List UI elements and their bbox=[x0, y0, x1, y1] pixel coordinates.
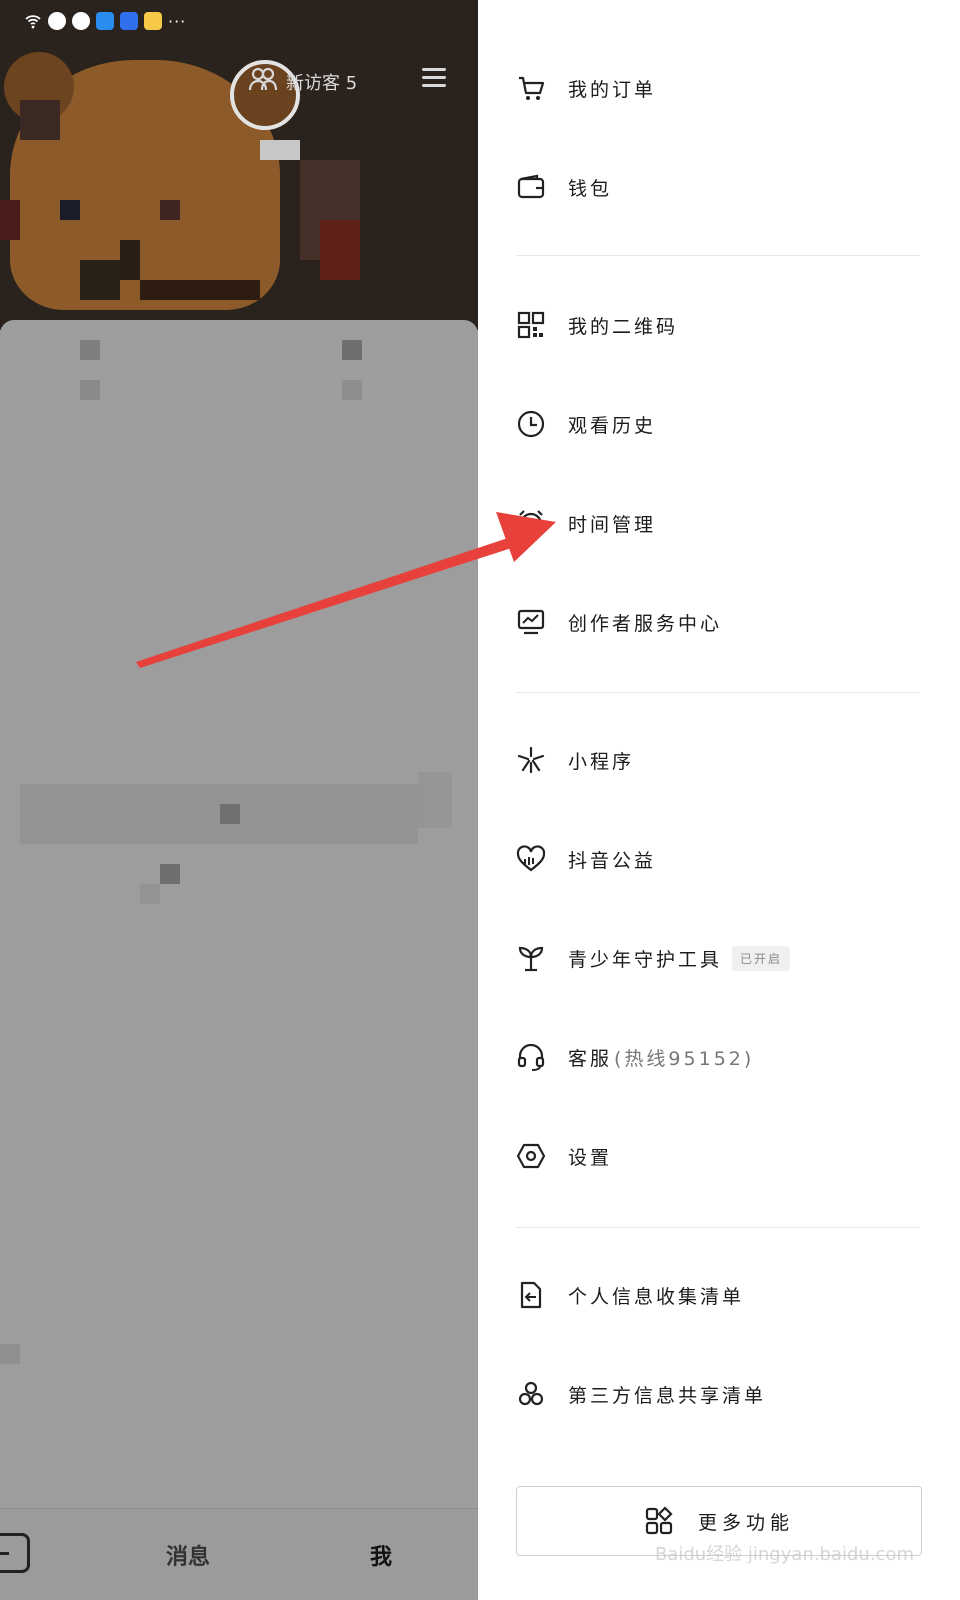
menu-item-label: 小程序 bbox=[568, 750, 635, 773]
document-arrow-icon bbox=[516, 1280, 546, 1310]
menu-item-label: 个人信息收集清单 bbox=[568, 1285, 745, 1308]
menu-item-label: 我的二维码 bbox=[568, 315, 679, 338]
menu-item-label: 钱包 bbox=[568, 177, 613, 200]
watermark: Baidu经验 jingyan.baidu.com bbox=[654, 1544, 914, 1565]
weibo-icon bbox=[144, 12, 162, 30]
status-more: ··· bbox=[168, 11, 187, 31]
status-bar: ··· bbox=[24, 8, 186, 34]
mosaic-pixel bbox=[0, 1344, 20, 1364]
clock-icon bbox=[516, 409, 546, 439]
mosaic-banner bbox=[20, 784, 418, 844]
menu-item-label: 创作者服务中心 bbox=[568, 612, 723, 635]
menu-item-label: 第三方信息共享清单 bbox=[568, 1384, 767, 1407]
visitors-icon bbox=[248, 66, 278, 97]
menu-item-settings[interactable]: 设置 bbox=[516, 1126, 926, 1186]
wallet-icon bbox=[516, 172, 546, 202]
wechat-icon bbox=[72, 12, 90, 30]
menu-item-label: 抖音公益 bbox=[568, 849, 657, 872]
hamburger-menu-icon[interactable] bbox=[422, 68, 446, 88]
more-features-label: 更多功能 bbox=[697, 1511, 794, 1534]
mosaic-pixel bbox=[140, 884, 160, 904]
menu-item-third-party-sharing[interactable]: 第三方信息共享清单 bbox=[516, 1364, 926, 1424]
bottom-nav: 消息 我 bbox=[0, 1508, 478, 1600]
side-drawer: 我的订单 钱包 我的二维码 观看历史 时间管理 创作者服务中心 小程序 抖音公益… bbox=[478, 0, 960, 1600]
menu-item-label: 设置 bbox=[568, 1146, 613, 1169]
globe-icon bbox=[48, 12, 66, 30]
wifi-icon bbox=[24, 12, 42, 30]
alarm-clock-icon bbox=[516, 508, 546, 538]
profile-card bbox=[0, 320, 478, 1600]
mosaic-pixel bbox=[160, 864, 180, 884]
mosaic-stat bbox=[342, 380, 362, 400]
menu-item-charity[interactable]: 抖音公益 bbox=[516, 829, 926, 889]
menu-item-customer-service[interactable]: 客服 (热线95152) bbox=[516, 1027, 926, 1087]
mosaic-stat bbox=[80, 380, 100, 400]
menu-item-watch-history[interactable]: 观看历史 bbox=[516, 394, 926, 454]
divider bbox=[516, 255, 920, 256]
mosaic-pixel bbox=[220, 804, 240, 824]
menu-item-label: 观看历史 bbox=[568, 414, 657, 437]
menu-item-youth-protection[interactable]: 青少年守护工具 已开启 bbox=[516, 928, 926, 988]
qr-code-icon bbox=[516, 310, 546, 340]
status-badge: 已开启 bbox=[732, 945, 791, 971]
divider bbox=[516, 692, 920, 693]
new-visitors[interactable]: 新访客 5 bbox=[248, 66, 357, 97]
menu-item-label: 青少年守护工具 bbox=[568, 948, 723, 971]
monitor-chart-icon bbox=[516, 607, 546, 637]
headset-icon bbox=[516, 1042, 546, 1072]
menu-item-creator-center[interactable]: 创作者服务中心 bbox=[516, 592, 926, 652]
divider bbox=[516, 1227, 920, 1228]
mosaic-pixels bbox=[0, 100, 420, 330]
mini-program-icon bbox=[516, 745, 546, 775]
apps-grid-icon bbox=[644, 1506, 674, 1536]
cart-icon bbox=[516, 73, 546, 103]
visitors-label: 新访客 5 bbox=[286, 72, 358, 94]
hotline-text: (热线95152) bbox=[614, 1047, 755, 1070]
create-plus-button[interactable] bbox=[0, 1533, 30, 1573]
settings-hexagon-icon bbox=[516, 1141, 546, 1171]
profile-cover: ··· 新访客 5 bbox=[0, 0, 478, 330]
menu-item-personal-info-list[interactable]: 个人信息收集清单 bbox=[516, 1265, 926, 1325]
mosaic-stat bbox=[342, 340, 362, 360]
bulb-app-icon bbox=[120, 12, 138, 30]
mosaic-banner-end bbox=[418, 772, 452, 828]
menu-item-label: 时间管理 bbox=[568, 513, 657, 536]
nav-messages[interactable]: 消息 bbox=[166, 1539, 210, 1571]
sprout-icon bbox=[516, 943, 546, 973]
menu-item-label: 我的订单 bbox=[568, 78, 657, 101]
menu-item-wallet[interactable]: 钱包 bbox=[516, 157, 926, 217]
charity-heart-icon bbox=[516, 844, 546, 874]
menu-item-orders[interactable]: 我的订单 bbox=[516, 58, 926, 118]
menu-item-time-management[interactable]: 时间管理 bbox=[516, 493, 926, 553]
search-app-icon bbox=[96, 12, 114, 30]
menu-item-mini-programs[interactable]: 小程序 bbox=[516, 730, 926, 790]
mosaic-stat bbox=[80, 340, 100, 360]
nav-me[interactable]: 我 bbox=[370, 1539, 392, 1571]
menu-item-label: 客服 bbox=[568, 1047, 613, 1070]
menu-item-qr-code[interactable]: 我的二维码 bbox=[516, 295, 926, 355]
share-circles-icon bbox=[516, 1379, 546, 1409]
profile-background: ··· 新访客 5 消息 我 bbox=[0, 0, 478, 1600]
